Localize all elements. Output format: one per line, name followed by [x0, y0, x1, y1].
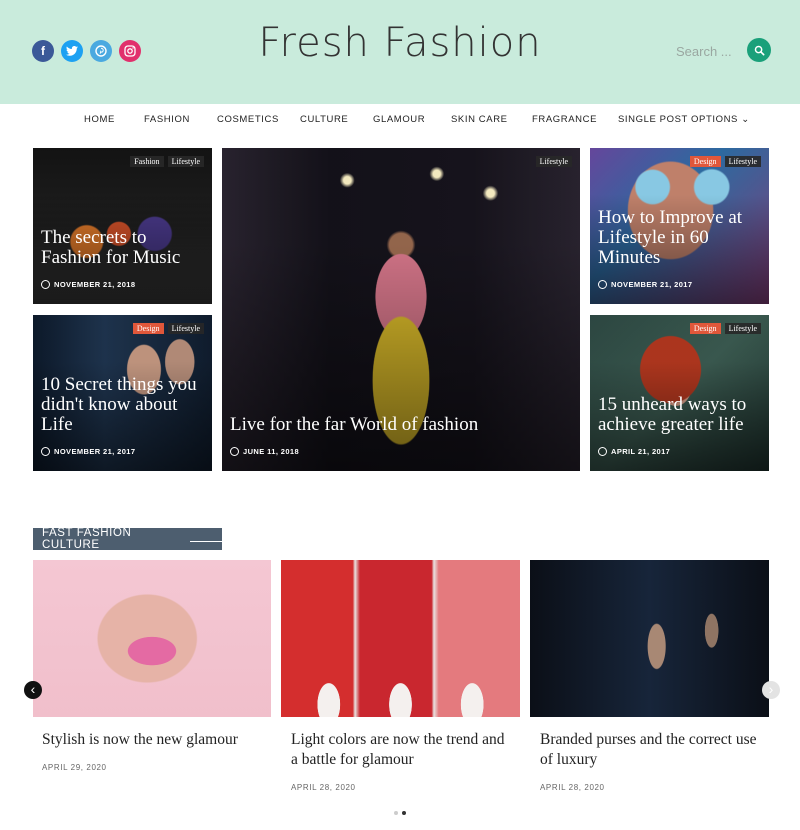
category-tags: Lifestyle	[535, 156, 572, 167]
search-icon	[754, 45, 764, 55]
post-date: JUNE 11, 2018	[230, 447, 299, 456]
divider	[189, 541, 222, 542]
chevron-down-icon: ⌄	[741, 114, 750, 125]
post-date-text: JUNE 11, 2018	[243, 447, 300, 456]
featured-post-card[interactable]: Design Lifestyle How to Improve at Lifes…	[590, 148, 769, 304]
nav-item-skin-care[interactable]: SKIN CARE	[451, 114, 508, 125]
nav-item-fashion[interactable]: FASHION	[144, 114, 190, 125]
category-tag[interactable]: Lifestyle	[167, 156, 204, 167]
post-title[interactable]: 15 unheard ways to achieve greater life	[598, 395, 761, 435]
post-date: NOVEMBER 21, 2017	[41, 447, 135, 456]
post-date: APRIL 29, 2020	[42, 763, 107, 772]
nav-item-label: SINGLE POST OPTIONS	[618, 114, 738, 125]
post-title[interactable]: Light colors are now the trend and a bat…	[291, 730, 511, 770]
post-date: APRIL 28, 2020	[291, 783, 356, 792]
main-nav: HOME FASHION COSMETICS CULTURE GLAMOUR S…	[0, 104, 800, 134]
nav-item-cosmetics[interactable]: COSMETICS	[217, 114, 279, 125]
post-title[interactable]: 10 Secret things you didn't know about L…	[41, 375, 204, 435]
carousel-next-button[interactable]: ›	[762, 681, 780, 699]
post-title[interactable]: How to Improve at Lifestyle in 60 Minute…	[598, 208, 761, 268]
featured-post-card[interactable]: Design Lifestyle 10 Secret things you di…	[33, 315, 212, 471]
category-tags: Design Lifestyle	[689, 323, 761, 334]
category-tag[interactable]: Lifestyle	[724, 323, 761, 334]
featured-post-card[interactable]: Design Lifestyle 15 unheard ways to achi…	[590, 315, 769, 471]
section-heading: FAST FASHION CULTURE	[33, 527, 222, 551]
post-date-text: NOVEMBER 21, 2017	[611, 280, 693, 289]
post-thumbnail[interactable]	[33, 560, 271, 717]
category-tag[interactable]: Lifestyle	[167, 323, 204, 334]
chevron-right-icon: ›	[768, 681, 774, 697]
featured-post-card[interactable]: Lifestyle Live for the far World of fash…	[222, 148, 580, 471]
post-title[interactable]: Stylish is now the new glamour	[42, 730, 262, 750]
post-date-text: NOVEMBER 21, 2017	[54, 447, 136, 456]
chevron-left-icon: ‹	[30, 681, 36, 697]
category-tags: Fashion Lifestyle	[130, 156, 204, 167]
featured-post-card[interactable]: Fashion Lifestyle The secrets to Fashion…	[33, 148, 212, 304]
category-tags: Design Lifestyle	[689, 156, 761, 167]
post-title[interactable]: The secrets to Fashion for Music	[41, 228, 204, 268]
category-tag[interactable]: Design	[132, 323, 164, 334]
clock-icon	[41, 447, 50, 456]
post-date: NOVEMBER 21, 2018	[41, 280, 135, 289]
post-date: APRIL 21, 2017	[598, 447, 670, 456]
category-tag[interactable]: Fashion	[130, 156, 164, 167]
post-thumbnail[interactable]	[281, 560, 520, 717]
category-tag[interactable]: Lifestyle	[724, 156, 761, 167]
category-tag[interactable]: Lifestyle	[535, 156, 572, 167]
post-title[interactable]: Live for the far World of fashion	[230, 415, 572, 435]
clock-icon	[41, 280, 50, 289]
clock-icon	[230, 447, 239, 456]
nav-item-home[interactable]: HOME	[84, 114, 115, 125]
nav-item-culture[interactable]: CULTURE	[300, 114, 348, 125]
search-input[interactable]	[672, 40, 750, 62]
post-thumbnail[interactable]	[530, 560, 769, 717]
post-date: NOVEMBER 21, 2017	[598, 280, 692, 289]
clock-icon	[598, 280, 607, 289]
nav-item-single-post-options[interactable]: SINGLE POST OPTIONS ⌄	[618, 114, 750, 125]
clock-icon	[598, 447, 607, 456]
carousel-dot[interactable]	[394, 811, 398, 815]
site-header: f Fresh Fashion	[0, 0, 800, 104]
category-tag[interactable]: Design	[689, 156, 721, 167]
post-date-text: NOVEMBER 21, 2018	[54, 280, 136, 289]
category-tags: Design Lifestyle	[132, 323, 204, 334]
search-button[interactable]	[747, 38, 771, 62]
carousel-dot-active[interactable]	[402, 811, 406, 815]
section-title: FAST FASHION CULTURE	[42, 527, 132, 551]
post-date-text: APRIL 21, 2017	[611, 447, 671, 456]
nav-item-fragrance[interactable]: FRAGRANCE	[532, 114, 597, 125]
post-title[interactable]: Branded purses and the correct use of lu…	[540, 730, 760, 770]
carousel-pagination	[394, 811, 406, 815]
carousel-prev-button[interactable]: ‹	[24, 681, 42, 699]
nav-item-glamour[interactable]: GLAMOUR	[373, 114, 425, 125]
post-date: APRIL 28, 2020	[540, 783, 605, 792]
category-tag[interactable]: Design	[689, 323, 721, 334]
